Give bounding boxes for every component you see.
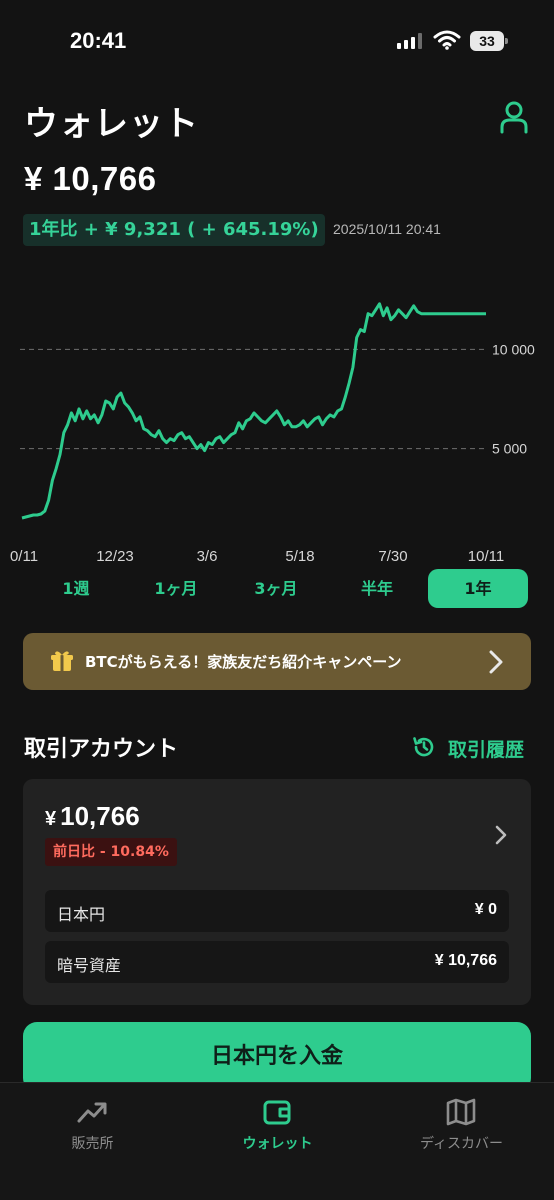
battery-icon: 33 [470,31,508,51]
gift-icon [51,651,73,671]
section-title: 取引アカウント [24,737,179,762]
chart-grid [20,348,484,450]
yearly-change-badge: 1年比 + ¥ 9,321 ( + 645.19%) [23,214,325,246]
history-icon [413,737,434,757]
chevron-right-icon [489,650,503,674]
x-tick-label: 10/11 [468,548,504,565]
range-tab-6m[interactable]: 半年 [327,569,427,608]
map-icon [446,1098,476,1126]
chevron-right-icon [495,825,507,845]
nav-item-exchange[interactable]: 販売所 [0,1083,185,1173]
x-tick-label: 7/30 [378,548,407,565]
status-time: 20:41 [70,28,127,53]
page-title: ウォレット [24,104,199,144]
daily-change-badge: 前日比 - 10.84% [45,838,177,866]
nav-item-wallet[interactable]: ウォレット [185,1083,370,1173]
crypto-value: ¥ 10,766 [434,952,497,969]
range-tab-3m[interactable]: 3ヶ月 [226,569,326,608]
nav-label-exchange: 販売所 [71,1136,114,1152]
chart-y-axis: 10 000 5 000 [492,341,535,456]
jpy-label: 日本円 [57,905,106,924]
wallet-icon [263,1100,291,1125]
range-tab-1m[interactable]: 1ヶ月 [126,569,226,608]
account-balance: ¥10,766 [45,801,140,832]
yen-sign: ¥ [45,808,57,830]
price-chart[interactable]: 10 000 5 000 0/11 12/23 3/6 5/18 7/30 10/11 [0,260,554,580]
nav-label-wallet: ウォレット [242,1136,313,1152]
banner-text: BTCがもらえる！家族友だち紹介キャンペーン [85,653,402,671]
status-bar: 20:41 33 [0,0,554,80]
jpy-row: 日本円 ¥ 0 [45,890,509,932]
battery-level: 33 [470,31,504,51]
jpy-value: ¥ 0 [474,901,497,918]
x-tick-label: 3/6 [197,548,218,565]
wifi-icon [433,30,461,50]
nav-label-discover: ディスカバー [419,1136,504,1152]
trend-icon [77,1102,107,1123]
total-balance: ¥ 10,766 [24,160,157,197]
x-tick-label: 0/11 [10,548,38,565]
y-tick-label: 5 000 [492,441,527,457]
chart-x-axis: 0/11 12/23 3/6 5/18 7/30 10/11 [10,548,504,565]
range-tab-1w[interactable]: 1週 [26,569,126,608]
history-label: 取引履歴 [448,739,525,761]
bottom-nav: 販売所 ウォレット ディスカバー [0,1082,554,1200]
crypto-row: 暗号資産 ¥ 10,766 [45,941,509,983]
profile-icon[interactable] [500,101,528,134]
x-tick-label: 5/18 [285,548,314,565]
account-balance-value: 10,766 [60,801,140,831]
battery-tip [505,38,508,44]
campaign-banner[interactable]: BTCがもらえる！家族友だち紹介キャンペーン [23,633,531,690]
timestamp: 2025/10/11 20:41 [333,221,441,237]
range-tab-1y[interactable]: 1年 [428,569,528,608]
range-selector: 1週 1ヶ月 3ヶ月 半年 1年 [23,569,531,609]
chart-series [21,302,486,520]
price-line [21,302,486,520]
x-tick-label: 12/23 [96,548,134,565]
crypto-label: 暗号資産 [57,956,122,975]
nav-item-discover[interactable]: ディスカバー [369,1083,554,1173]
y-tick-label: 10 000 [492,341,535,357]
signal-icon [397,33,422,49]
account-card[interactable]: ¥10,766 前日比 - 10.84% 日本円 ¥ 0 暗号資産 ¥ 10,7… [23,779,531,1005]
